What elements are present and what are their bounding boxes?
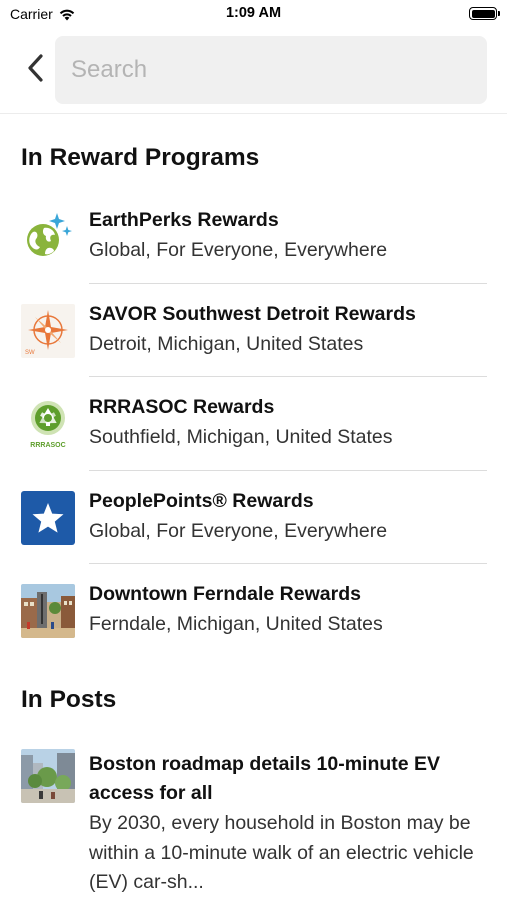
search-input[interactable] [71, 36, 471, 104]
program-location: Global, For Everyone, Everywhere [89, 239, 388, 261]
status-bar: Carrier 1:09 AM [0, 0, 507, 28]
program-title: PeoplePoints® Rewards [89, 489, 314, 512]
program-title: SAVOR Southwest Detroit Rewards [89, 302, 416, 325]
program-list: EarthPerks Rewards Global, For Everyone,… [0, 190, 507, 658]
program-item-rrrasoc[interactable]: RRRASOC RRRASOC Rewards Southfield, Mich… [0, 377, 507, 471]
program-title: RRRASOC Rewards [89, 396, 275, 418]
earth-sparkle-icon [21, 210, 75, 264]
status-time: 1:09 AM [225, 5, 282, 21]
section-title-posts: In Posts [21, 686, 117, 713]
post-item[interactable]: Boston roadmap details 10-minute EV acce… [0, 745, 507, 900]
post-excerpt: By 2030, every household in Boston may b… [89, 812, 474, 893]
battery-icon [469, 7, 500, 20]
program-item-peoplepoints[interactable]: PeoplePoints® Rewards Global, For Everyo… [0, 471, 507, 564]
search-header [0, 28, 507, 114]
chevron-left-icon [28, 54, 43, 82]
recycle-logo: RRRASOC [21, 397, 75, 451]
program-location: Ferndale, Michigan, United States [89, 613, 383, 635]
program-location: Southfield, Michigan, United States [89, 426, 393, 448]
compass-star-logo: SW [21, 303, 75, 358]
program-location: Global, For Everyone, Everywhere [89, 519, 388, 542]
program-item-savor[interactable]: SW SAVOR Southwest Detroit Rewards Detro… [0, 284, 507, 377]
back-button[interactable] [20, 52, 50, 84]
star-badge-icon [21, 490, 75, 545]
program-item-ferndale[interactable]: Downtown Ferndale Rewards Ferndale, Mich… [0, 564, 507, 658]
downtown-photo [21, 584, 75, 638]
program-item-earthperks[interactable]: EarthPerks Rewards Global, For Everyone,… [0, 190, 507, 284]
rrrasoc-logo-text: RRRASOC [30, 442, 65, 449]
post-title: Boston roadmap details 10-minute EV acce… [89, 753, 441, 804]
program-title: Downtown Ferndale Rewards [89, 583, 361, 605]
program-location: Detroit, Michigan, United States [89, 332, 364, 355]
search-box[interactable] [55, 36, 487, 104]
savor-logo-text: SW [25, 350, 35, 356]
city-photo [21, 749, 75, 803]
program-title: EarthPerks Rewards [89, 209, 279, 231]
section-title-reward-programs: In Reward Programs [21, 144, 260, 171]
